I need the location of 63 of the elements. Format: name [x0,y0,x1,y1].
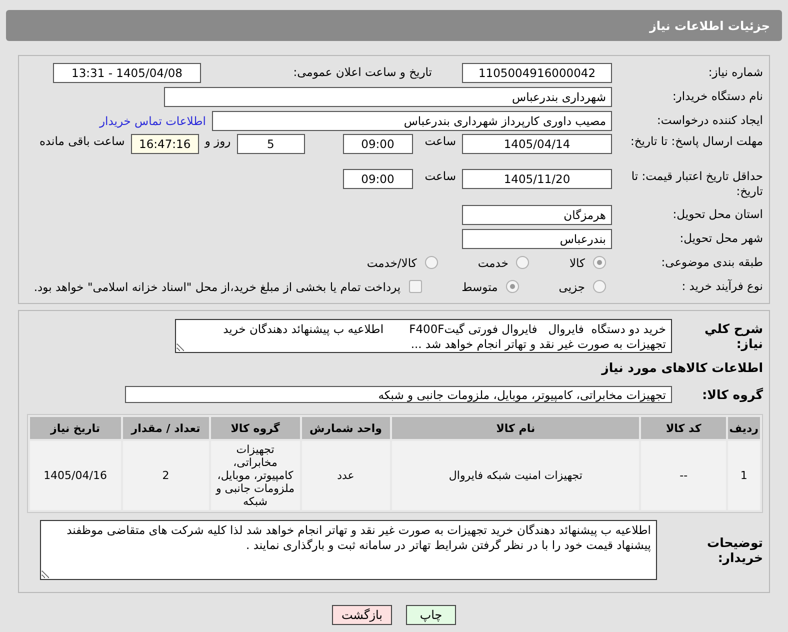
field-label: استان محل تحویل: [672,207,763,222]
option-label: متوسط [462,280,498,294]
field-label: روز و [204,134,231,148]
field-label: ساعت [424,169,456,183]
field-label: ایجاد کننده درخواست: [656,113,763,128]
days-field[interactable]: 5 [236,134,305,154]
text-field[interactable]: 1105004916000042 [462,62,612,82]
date-field[interactable]: 1405/04/14 [462,134,612,154]
buyer-contact-link[interactable]: اطلاعات تماس خریدار [99,114,206,128]
field-label: ساعت [424,134,456,148]
table-cell: 2 [122,441,210,510]
option-label: خدمت [478,256,508,270]
column-header: نام کالا [392,417,640,439]
table-cell: -- [641,441,726,510]
radio-button[interactable] [593,256,606,269]
option-label: جزیی [558,280,585,294]
text-field[interactable]: شهرداری بندرعباس [164,86,612,106]
text-field[interactable]: تجهیزات مخابراتی، کامپیوتر، موبایل، ملزومات جانبی و شبکه [125,386,672,403]
field-label: تاریخ و ساعت اعلان عمومی: [292,65,432,80]
table-cell: تجهیزات امنیت شبکه فایروال [392,441,640,510]
radio-button[interactable] [424,256,438,269]
section-heading: اطلاعات کالاهای مورد نیاز [600,359,763,377]
option-label: کالا/خدمت [366,256,417,270]
field-label: حداقل تاریخ اعتبار قیمت: تا تاریخ: [630,169,763,199]
buyer-notes-field[interactable]: اطلاعیه ب پیشنهائد دهندگان خرید تجهیزات به صورت غیر نقد و تهاتر انجام خواهد شد لذا کلیه شرکت های متقاضی موظفند پیشنهاد قیمت خود را با در نظر گرفتن شرایط تهاتر در سامانه ثبت و بارگذاری نمایند . [40,520,657,580]
page-title: جزئیات اطلاعات نیاز [6,10,782,41]
column-header: واحد شمارش [302,417,390,439]
text-field[interactable]: 1405/04/08 - 13:31 [53,62,201,82]
field-label: ساعت باقی مانده [40,134,125,148]
column-header: کد کالا [641,417,726,439]
description-field[interactable]: خرید دو دستگاه فایروال فایروال فورتی گیتF400F اطلاعیه ب پیشنهائد دهندگان خرید تجهیزات به صورت غیر نقد و تهاتر انجام خواهد شد ... [175,319,672,353]
table-cell: عدد [302,441,390,510]
column-header: تاریخ نیاز [30,417,121,439]
field-label: نوع فرآیند خرید : [680,279,763,294]
date-field[interactable]: 1405/11/20 [462,169,612,189]
field-label: شماره نیاز: [707,65,763,80]
time-field[interactable]: 09:00 [342,169,413,189]
field-label: شهر محل تحویل: [678,231,763,246]
table-cell: تجهیزات مخابراتی، کامپیوتر، موبایل، ملزومات جانبی و شبکه [211,441,300,510]
radio-button[interactable] [516,256,530,269]
text-field[interactable]: مصیب داوری کارپرداز شهرداری بندرعباس [212,110,612,130]
checkbox-label: پرداخت تمام یا بخشی از مبلغ خرید،از محل "اسناد خزانه اسلامی" خواهد بود. [34,280,401,294]
field-label: مهلت ارسال پاسخ: تا تاریخ: [629,134,763,149]
radio-button[interactable] [593,280,606,293]
checkbox[interactable] [408,280,422,293]
back-button[interactable]: بازگشت [332,605,392,625]
remaining-time-field[interactable]: 16:47:16 [130,134,199,154]
text-field[interactable]: هرمزگان [462,204,612,224]
column-header: ردیف [728,417,760,439]
field-label: نام دستگاه خریدار: [671,89,763,104]
text-field[interactable]: بندرعباس [462,228,612,248]
print-button[interactable]: چاپ [406,605,456,625]
option-label: کالا [569,256,585,270]
time-field[interactable]: 09:00 [342,134,413,154]
radio-button[interactable] [506,280,519,293]
column-header: گروه کالا [211,417,300,439]
field-label: گروه کالا: [701,387,763,402]
table-cell: 1405/04/16 [30,441,121,510]
table-cell: 1 [728,441,760,510]
field-label: توضیحات خریدار: [706,535,763,565]
field-label: طبقه بندی موضوعی: [660,255,763,270]
field-label: شرح کلي نیاز: [704,321,763,351]
column-header: تعداد / مقدار [122,417,210,439]
